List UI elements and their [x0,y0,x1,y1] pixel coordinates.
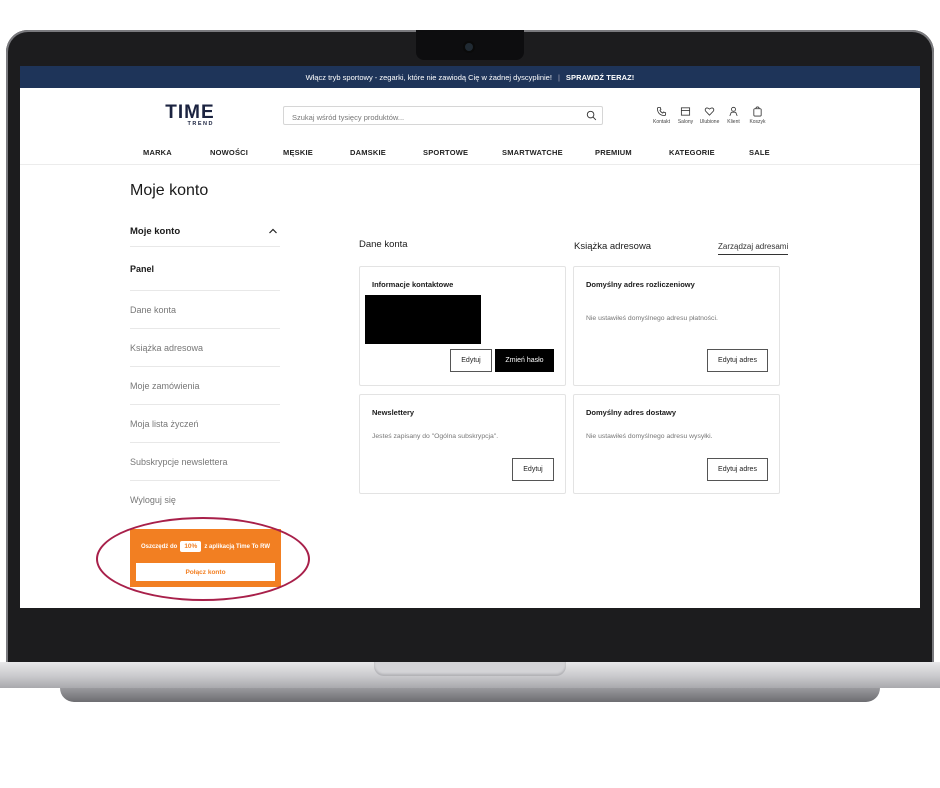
promo-bar: Włącz tryb sportowy - zegarki, które nie… [20,66,920,88]
header-account[interactable]: Klient [724,106,743,125]
nav-item-damskie[interactable]: DAMSKIE [350,148,386,157]
newsletter-title: Newslettery [372,408,415,417]
header-icon-label: Kontakt [653,119,670,125]
sidebar-toggle[interactable]: Moje konto [130,216,280,247]
chevron-up-icon [269,228,277,234]
webcam-icon [465,43,473,51]
sidebar-item-logout[interactable]: Wyloguj się [130,481,280,518]
edit-shipping-address-button[interactable]: Edytuj adres [707,458,768,481]
promo-text: Włącz tryb sportowy - zegarki, które nie… [305,72,552,82]
nav-item-marka[interactable]: MARKA [143,148,172,157]
sidebar-item-orders[interactable]: Moje zamówienia [130,367,280,405]
screen-bezel [20,608,920,658]
promo-cta-link[interactable]: SPRAWDŹ TERAZ! [566,73,634,82]
nav-item-meskie[interactable]: MĘSKIE [283,148,313,157]
header-contact[interactable]: Kontakt [652,106,671,125]
main-nav: MARKA NOWOŚCI MĘSKIE DAMSKIE SPORTOWE SM… [20,140,920,165]
contact-info-title: Informacje kontaktowe [372,280,454,289]
laptop-base-groove [374,662,566,676]
store-icon [680,107,691,116]
search-input[interactable] [284,109,582,126]
header-cart[interactable]: Koszyk [748,106,767,125]
search-box [283,106,603,126]
nav-item-nowosci[interactable]: NOWOŚCI [210,148,248,157]
site-logo[interactable]: TIME TREND [160,102,220,127]
edit-newsletter-button[interactable]: Edytuj [512,458,554,481]
shipping-address-text: Nie ustawiłeś domyślnego adresu wysyłki. [586,433,713,440]
nav-item-sportowe[interactable]: SPORTOWE [423,148,468,157]
sidebar-item-account-data[interactable]: Dane konta [130,291,280,329]
contact-info-card: Informacje kontaktowe Edytuj Zmień hasło [359,266,566,386]
account-sidebar: Moje konto Panel Dane konta Książka adre… [130,216,280,518]
shipping-address-card: Domyślny adres dostawy Nie ustawiłeś dom… [573,394,780,494]
search-icon[interactable] [586,110,597,121]
sidebar-header: Moje konto [130,225,181,237]
manage-addresses-link[interactable]: Zarządzaj adresami [718,242,789,255]
promo-separator: | [557,72,560,82]
laptop-base-foot [60,688,880,702]
edit-contact-button[interactable]: Edytuj [450,349,492,372]
redacted-contact-details [365,295,481,344]
header-icon-label: Klient [727,119,740,125]
heart-icon [704,107,715,116]
site-header: TIME TREND Kontakt Salony Ulubione [20,88,920,140]
header-stores[interactable]: Salony [676,106,695,125]
sidebar-item-wishlist[interactable]: Moja lista życzeń [130,405,280,443]
sidebar-item-address-book[interactable]: Książka adresowa [130,329,280,367]
header-favorites[interactable]: Ulubione [700,106,719,125]
sidebar-item-panel[interactable]: Panel [130,247,280,291]
billing-address-card: Domyślny adres rozliczeniowy Nie ustawił… [573,266,780,386]
header-icons: Kontakt Salony Ulubione Klient Koszyk [652,106,767,125]
logo-main: TIME [165,102,215,123]
nav-item-smartwatche[interactable]: SMARTWATCHE [502,148,563,157]
edit-billing-address-button[interactable]: Edytuj adres [707,349,768,372]
shipping-address-title: Domyślny adres dostawy [586,408,677,417]
highlight-annotation [96,517,310,601]
address-section-title: Książka adresowa [574,241,652,252]
change-password-button[interactable]: Zmień hasło [495,349,554,372]
nav-item-premium[interactable]: PREMIUM [595,148,632,157]
user-icon [729,106,738,117]
header-icon-label: Ulubione [699,119,720,125]
billing-address-text: Nie ustawiłeś domyślnego adresu płatnośc… [586,315,718,322]
billing-address-title: Domyślny adres rozliczeniowy [586,280,695,289]
newsletter-text: Jesteś zapisany do "Ogólna subskrypcja". [372,433,499,440]
nav-item-kategorie[interactable]: KATEGORIE [669,148,715,157]
nav-item-sale[interactable]: SALE [749,148,770,157]
account-section-title: Dane konta [359,239,408,250]
page-title: Moje konto [130,182,209,199]
header-icon-label: Koszyk [749,119,766,125]
header-icon-label: Salony [677,119,694,125]
phone-icon [656,106,667,117]
newsletter-card: Newslettery Jesteś zapisany do "Ogólna s… [359,394,566,494]
sidebar-item-newsletter[interactable]: Subskrypcje newslettera [130,443,280,481]
browser-screen: Włącz tryb sportowy - zegarki, które nie… [20,66,920,608]
bag-icon [753,106,762,117]
